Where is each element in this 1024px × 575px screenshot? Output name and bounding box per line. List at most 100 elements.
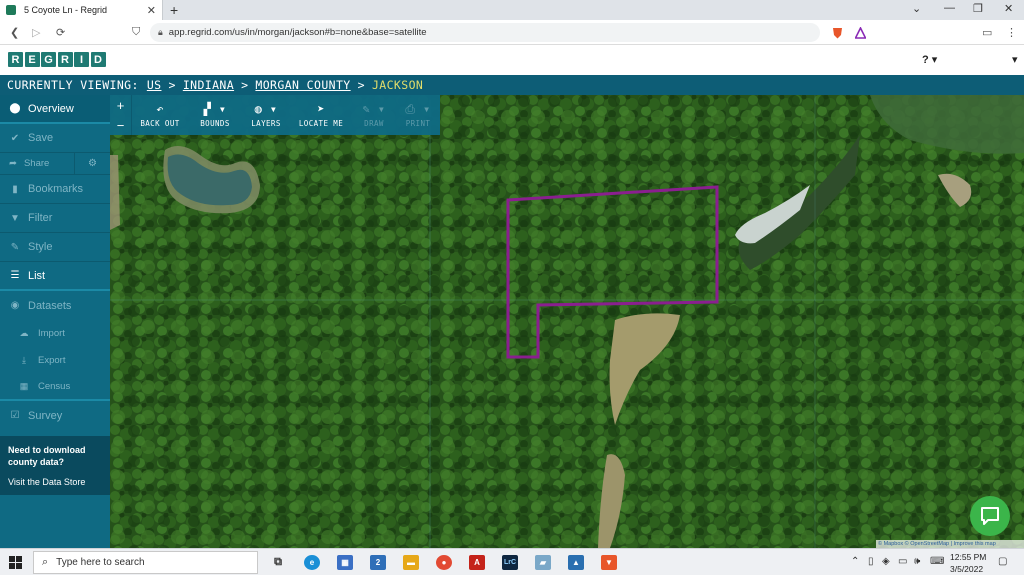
taskbar-search[interactable]: ⌕ Type here to search xyxy=(33,551,258,574)
maximize-button[interactable]: ❐ xyxy=(973,2,983,15)
zoom-out-button[interactable]: − xyxy=(110,115,131,135)
sidebar-item-style[interactable]: ✎ Style xyxy=(0,233,110,262)
cloud-upload-icon: ☁ xyxy=(19,328,29,338)
wallet-icon[interactable]: ▭ xyxy=(982,26,992,39)
file-explorer-icon[interactable]: ▬ xyxy=(403,555,419,570)
sidebar-item-share[interactable]: ➦ Share xyxy=(0,153,75,174)
windows-taskbar: ⌕ Type here to search ⧉ e ▦ 2 ▬ ● A LrC … xyxy=(0,548,1024,575)
mail-icon[interactable]: 2 xyxy=(370,555,386,570)
help-menu-icon[interactable]: ? ▾ xyxy=(922,53,937,66)
back-icon[interactable]: ❮ xyxy=(10,26,19,39)
browser-menu-icon[interactable]: ⋮ xyxy=(1006,26,1017,39)
locate-me-button[interactable]: ➤ LOCATE ME xyxy=(296,95,346,135)
breadcrumb-current: JACKSON xyxy=(371,78,424,92)
zoom-control: + − xyxy=(110,95,132,135)
close-window-button[interactable]: ✕ xyxy=(1004,2,1013,15)
network-icon[interactable]: ▭ xyxy=(898,556,907,567)
lock-icon: 🔒︎ xyxy=(158,27,163,37)
database-icon: ◉ xyxy=(10,300,20,311)
promo-title: Need to download county data? xyxy=(8,445,86,467)
pencil-icon: ✎ ▾ xyxy=(362,102,386,116)
sidebar-item-datasets[interactable]: ◉ Datasets xyxy=(0,291,110,320)
notification-icon[interactable]: ▢ xyxy=(998,556,1007,567)
sidebar-item-save[interactable]: ✔ Save xyxy=(0,124,110,153)
minimize-button[interactable]: — xyxy=(944,2,955,14)
account-menu-icon[interactable]: ▾ xyxy=(1012,53,1018,66)
sidebar-item-census[interactable]: ▦ Census xyxy=(0,374,110,401)
chat-bubble-icon xyxy=(981,507,999,525)
table-icon: ▦ xyxy=(19,381,29,391)
location-arrow-icon: ➤ xyxy=(317,102,325,116)
map-canvas[interactable] xyxy=(110,95,1024,548)
sidebar-share-row: ➦ Share ⚙ xyxy=(0,153,110,175)
tab-search-chevron-icon[interactable]: ⌄ xyxy=(912,2,921,15)
app-icon[interactable]: ▰ xyxy=(535,555,551,570)
bookmark-icon: ▮ xyxy=(12,183,18,195)
share-icon: ➦ xyxy=(9,158,17,169)
printer-icon: ⎙ ▾ xyxy=(405,102,431,116)
forward-icon[interactable]: ▷ xyxy=(32,26,40,39)
acrobat-icon[interactable]: A xyxy=(469,555,485,570)
brave-browser-icon[interactable]: ▼ xyxy=(601,555,617,570)
close-tab-icon[interactable]: ✕ xyxy=(147,4,156,17)
browser-tab-bar: 5 Coyote Ln - Regrid ✕ + ⌄ — ❐ ✕ xyxy=(0,0,1024,20)
bounds-button[interactable]: ▞ ▾ BOUNDS xyxy=(194,95,236,135)
windows-start-icon[interactable] xyxy=(9,556,22,569)
layers-button[interactable]: ◍ ▾ LAYERS xyxy=(244,95,288,135)
map-attribution[interactable]: © Mapbox © OpenStreetMap | Improve this … xyxy=(876,540,1024,548)
brave-shield-icon[interactable] xyxy=(832,27,843,39)
brave-rewards-icon[interactable] xyxy=(855,27,866,39)
lightroom-icon[interactable]: LrC xyxy=(502,555,518,570)
regrid-favicon-icon xyxy=(6,5,16,15)
sidebar-item-import[interactable]: ☁ Import xyxy=(0,320,110,347)
task-view-icon[interactable]: ⧉ xyxy=(270,555,286,570)
store-icon[interactable]: ▦ xyxy=(337,555,353,570)
tray-chevron-icon[interactable]: ⌃ xyxy=(851,556,859,567)
clock-time: 12:55 PM xyxy=(950,552,987,562)
new-tab-button[interactable]: + xyxy=(170,2,178,18)
edge-icon[interactable]: e xyxy=(304,555,320,570)
map-toolbar: + − ↶ BACK OUT ▞ ▾ BOUNDS ◍ ▾ LAYERS ➤ L… xyxy=(110,95,440,135)
print-button[interactable]: ⎙ ▾ PRINT xyxy=(400,95,436,135)
sidebar-item-bookmarks[interactable]: ▮ Bookmarks xyxy=(0,175,110,204)
browser-tab[interactable]: 5 Coyote Ln - Regrid ✕ xyxy=(0,0,163,20)
share-settings-gear-icon[interactable]: ⚙ xyxy=(75,153,110,174)
breadcrumb-label: CURRENTLY VIEWING: xyxy=(7,78,139,92)
sidebar: ⬤ Overview ✔ Save ➦ Share ⚙ ▮ Bookmarks … xyxy=(0,95,110,548)
app-header: R E G R I D ? ▾ ▾ xyxy=(0,45,1024,75)
language-icon[interactable]: ⌨ xyxy=(930,556,944,567)
url-field[interactable]: 🔒︎ app.regrid.com/us/in/morgan/jackson#b… xyxy=(150,23,820,42)
data-store-link[interactable]: Visit the Data Store xyxy=(8,477,102,487)
back-out-button[interactable]: ↶ BACK OUT xyxy=(138,95,182,135)
regrid-logo[interactable]: R E G R I D xyxy=(8,52,107,67)
sidebar-item-list[interactable]: ☰ List xyxy=(0,262,110,291)
map-pin-icon: ⬤ xyxy=(9,103,21,114)
address-bar-row: ❮ ▷ ⟳ ⛉ 🔒︎ app.regrid.com/us/in/morgan/j… xyxy=(0,20,1024,45)
globe-icon: ◍ ▾ xyxy=(254,102,278,116)
breadcrumb-indiana[interactable]: INDIANA xyxy=(183,78,234,92)
draw-button[interactable]: ✎ ▾ DRAW xyxy=(356,95,392,135)
breadcrumb-us[interactable]: US xyxy=(147,78,162,92)
brush-icon: ✎ xyxy=(10,241,20,253)
check-icon: ✔ xyxy=(10,132,20,144)
data-store-promo: Need to download county data? Visit the … xyxy=(0,436,110,495)
sidebar-item-filter[interactable]: ▼ Filter xyxy=(0,204,110,233)
tab-title: 5 Coyote Ln - Regrid xyxy=(24,5,108,15)
taskbar-clock[interactable]: 12:55 PM 3/5/2022 xyxy=(950,551,986,575)
checkbox-icon: ☑ xyxy=(10,410,20,421)
photos-icon[interactable]: ▲ xyxy=(568,555,584,570)
download-icon: ⤓ xyxy=(22,355,26,365)
list-icon: ☰ xyxy=(10,270,20,281)
reload-icon[interactable]: ⟳ xyxy=(56,26,65,39)
volume-icon[interactable]: 🕪︎ xyxy=(914,556,920,567)
tray-app-icon[interactable]: ◈ xyxy=(882,556,890,567)
zoom-in-button[interactable]: + xyxy=(110,95,131,115)
sidebar-item-overview[interactable]: ⬤ Overview xyxy=(0,95,110,124)
sidebar-item-export[interactable]: ⤓ Export xyxy=(0,347,110,374)
tray-device-icon[interactable]: ▯ xyxy=(868,556,874,567)
breadcrumb-morgan-county[interactable]: MORGAN COUNTY xyxy=(255,78,350,92)
bookmark-icon[interactable]: ⛉ xyxy=(132,26,140,39)
chat-support-button[interactable] xyxy=(970,496,1010,536)
sidebar-item-survey[interactable]: ☑ Survey xyxy=(0,401,110,430)
chrome-icon[interactable]: ● xyxy=(436,555,452,570)
